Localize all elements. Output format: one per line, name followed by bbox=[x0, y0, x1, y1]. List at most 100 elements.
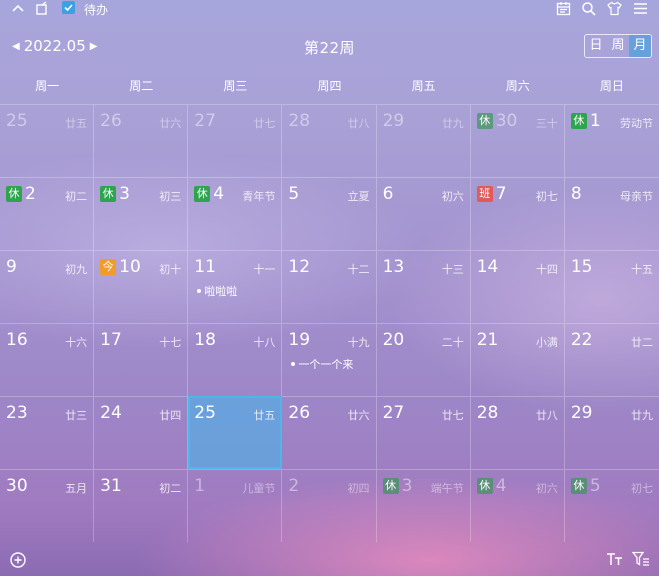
day-cell[interactable]: 11 十一啦啦啦 bbox=[188, 250, 283, 323]
day-number-text: 30 bbox=[495, 111, 518, 131]
day-number: 29 bbox=[383, 111, 405, 131]
event-item[interactable]: 一个一个来 bbox=[291, 356, 353, 372]
day-cell[interactable]: 休 1 劳动节 bbox=[564, 104, 659, 177]
event-title: 啦啦啦 bbox=[204, 285, 238, 298]
day-cell[interactable]: 13 十三 bbox=[376, 250, 471, 323]
day-cell[interactable]: 休 5 初七 bbox=[564, 469, 659, 542]
day-cell[interactable]: 1 儿童节 bbox=[188, 469, 283, 542]
day-cell[interactable]: 休 4 初六 bbox=[470, 469, 565, 542]
day-cell[interactable]: 休 30 三十 bbox=[470, 104, 565, 177]
lunar-date: 初六 bbox=[441, 190, 464, 203]
day-number: 8 bbox=[571, 184, 582, 204]
day-number-text: 15 bbox=[570, 257, 593, 277]
day-cell[interactable]: 28 廿八 bbox=[470, 396, 565, 469]
day-number: 今 10 bbox=[100, 257, 141, 277]
lunar-date: 十三 bbox=[441, 263, 464, 276]
day-number: 休2 bbox=[6, 184, 36, 204]
day-cell[interactable]: 17 十七 bbox=[94, 323, 189, 396]
day-cell[interactable]: 16 十六 bbox=[0, 323, 95, 396]
lunar-date: 廿六 bbox=[159, 117, 182, 130]
text-size-icon[interactable] bbox=[606, 552, 624, 567]
calendar-icon[interactable] bbox=[556, 1, 571, 16]
todo-label[interactable]: 待办 bbox=[84, 1, 108, 18]
lunar-date: 十七 bbox=[159, 336, 182, 349]
day-number-text: 3 bbox=[119, 184, 130, 204]
chevron-up-icon[interactable] bbox=[11, 2, 25, 14]
day-cell[interactable]: 20 二十 bbox=[376, 323, 471, 396]
checkbox-icon[interactable] bbox=[62, 1, 75, 14]
lunar-date: 儿童节 bbox=[242, 482, 276, 495]
rest-badge: 休 bbox=[194, 186, 211, 202]
day-cell[interactable]: 12 十二 bbox=[282, 250, 377, 323]
day-cell[interactable]: 休 3 初三 bbox=[94, 177, 189, 250]
day-number-text: 10 bbox=[119, 257, 141, 277]
day-cell[interactable]: 27 廿七 bbox=[376, 396, 471, 469]
day-cell[interactable]: 29 廿九 bbox=[376, 104, 471, 177]
event-item[interactable]: 啦啦啦 bbox=[197, 283, 237, 299]
day-cell[interactable]: 今 10 初十 bbox=[94, 250, 189, 323]
day-cell[interactable]: 19 十九 一个一个来 bbox=[282, 323, 377, 396]
day-cell[interactable]: 25 廿五 bbox=[188, 396, 283, 469]
day-number: 20 bbox=[383, 330, 405, 350]
day-cell[interactable]: 5 立夏 bbox=[282, 177, 377, 250]
day-cell[interactable]: 2 初四 bbox=[282, 469, 377, 542]
weekday-label: 周二 bbox=[129, 79, 154, 93]
day-number: 27 bbox=[383, 403, 405, 423]
lunar-date: 廿九 bbox=[441, 117, 464, 130]
lunar-date: 初四 bbox=[347, 482, 370, 495]
day-number: 5 bbox=[288, 184, 299, 204]
day-cell[interactable]: 14 十四 bbox=[470, 250, 565, 323]
day-cell[interactable]: 8 母亲节 bbox=[564, 177, 659, 250]
day-number: 23 bbox=[6, 403, 28, 423]
menu-icon[interactable] bbox=[633, 2, 648, 15]
day-cell[interactable]: 6 初六 bbox=[376, 177, 471, 250]
day-cell[interactable]: 9 初九 bbox=[0, 250, 95, 323]
day-cell[interactable]: 24 廿四 bbox=[94, 396, 189, 469]
day-number: 18 bbox=[194, 330, 216, 350]
rest-badge: 休 bbox=[6, 186, 22, 202]
rest-badge: 休 bbox=[570, 113, 587, 129]
add-icon[interactable] bbox=[10, 552, 26, 568]
shirt-icon[interactable] bbox=[607, 1, 622, 16]
event-dot-icon bbox=[197, 289, 202, 293]
day-cell[interactable]: 班 7 初七 bbox=[470, 177, 565, 250]
search-icon[interactable] bbox=[581, 1, 596, 16]
lunar-date: 初十 bbox=[159, 263, 182, 276]
lunar-date: 初二 bbox=[65, 190, 88, 203]
view-month-button[interactable]: 月 bbox=[629, 35, 651, 57]
day-number: 12 bbox=[288, 257, 310, 277]
lunar-date: 初二 bbox=[159, 482, 182, 495]
day-cell[interactable]: 18 十八 bbox=[188, 323, 283, 396]
day-cell[interactable]: 26 廿六 bbox=[282, 396, 377, 469]
day-number: 休1 bbox=[570, 111, 601, 131]
filter-icon[interactable] bbox=[632, 551, 650, 567]
day-cell[interactable]: 31 初二 bbox=[94, 469, 189, 542]
lunar-date: 十一 bbox=[253, 263, 276, 276]
day-cell[interactable]: 26 廿六 bbox=[94, 104, 189, 177]
day-cell[interactable]: 28 廿八 bbox=[282, 104, 377, 177]
day-cell[interactable]: 22 廿二 bbox=[564, 323, 659, 396]
day-cell[interactable]: 15 十五 bbox=[564, 250, 659, 323]
day-cell[interactable]: 30 五月 bbox=[0, 469, 95, 542]
day-number: 31 bbox=[100, 476, 122, 496]
day-number-text: 25 bbox=[194, 403, 216, 423]
day-cell[interactable]: 休 2 初二 bbox=[0, 177, 95, 250]
pin-icon[interactable] bbox=[35, 1, 49, 15]
day-number-text: 8 bbox=[570, 184, 582, 204]
day-number-text: 6 bbox=[382, 184, 394, 204]
view-day-button[interactable]: 日 bbox=[585, 35, 607, 57]
view-week-button[interactable]: 周 bbox=[607, 35, 629, 57]
day-cell[interactable]: 23 廿三 bbox=[0, 396, 95, 469]
day-cell[interactable]: 29 廿九 bbox=[564, 396, 659, 469]
day-number-text: 2 bbox=[25, 184, 36, 204]
day-cell[interactable]: 25 廿五 bbox=[0, 104, 95, 177]
lunar-date: 廿七 bbox=[441, 409, 464, 422]
day-cell[interactable]: 21 小满 bbox=[470, 323, 565, 396]
day-cell[interactable]: 27 廿七 bbox=[188, 104, 283, 177]
lunar-date: 小满 bbox=[535, 336, 558, 349]
day-cell[interactable]: 休 4 青年节 bbox=[188, 177, 283, 250]
day-number: 11 bbox=[194, 257, 216, 277]
lunar-date: 廿四 bbox=[159, 409, 182, 422]
day-cell[interactable]: 休 3 端午节 bbox=[376, 469, 471, 542]
lunar-date: 十九 bbox=[347, 336, 370, 349]
